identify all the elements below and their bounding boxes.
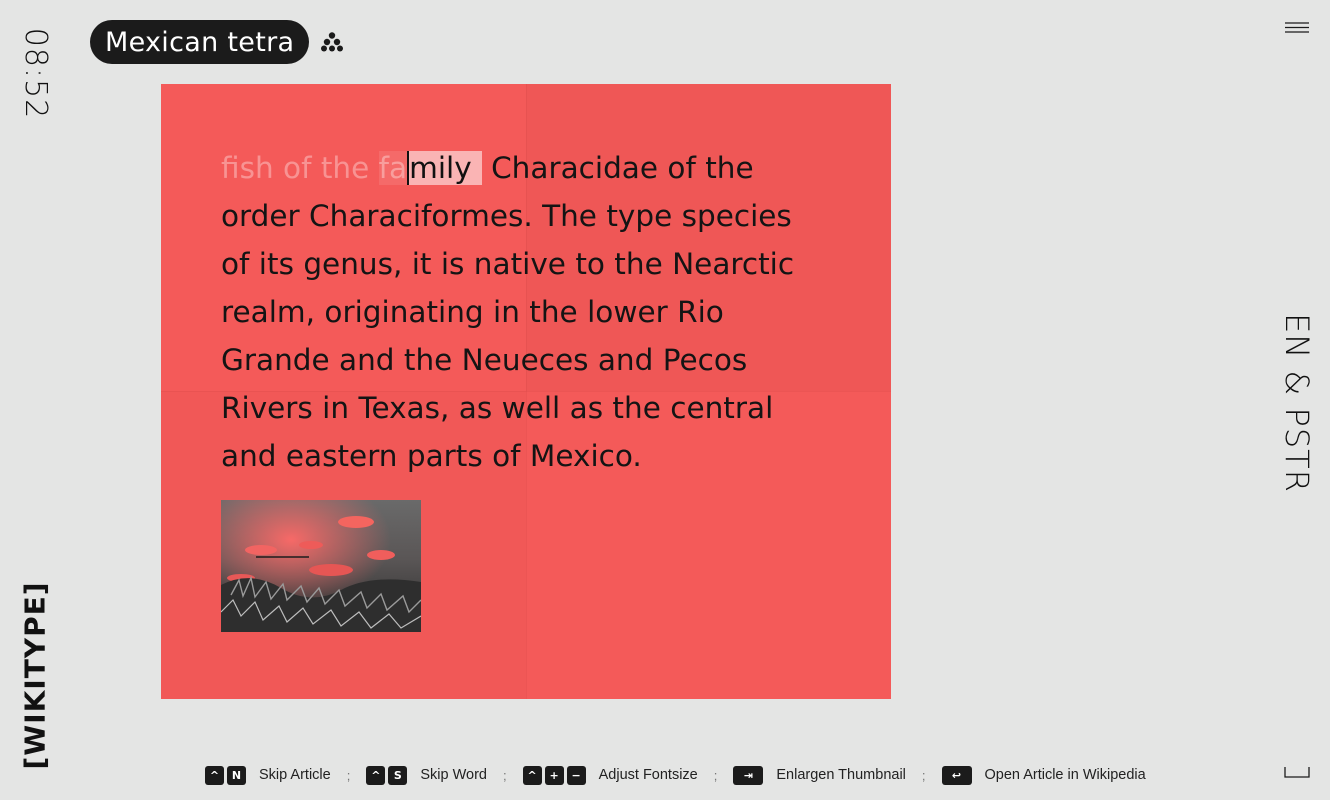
wikitype-logo: [WIKITYPE] [10,570,60,780]
separator: ; [713,767,718,783]
shortcut-open-wikipedia[interactable]: ↩ Open Article in Wikipedia [941,765,1146,785]
current-word: mily [407,151,482,185]
shortcut-skip-article[interactable]: ^ N Skip Article [205,765,331,785]
text-line-current: fish of the family Characidae of the [221,144,831,192]
text-line: and eastern parts of Mexico. [221,439,642,473]
logo-text: [WIKITYPE] [18,580,52,770]
menu-icon[interactable] [1285,20,1309,36]
clock: 08:52 [14,18,58,128]
shortcut-bar: ^ N Skip Article ; ^ S Skip Word ; ^ + −… [205,765,1146,785]
text-line: Grande and the Neueces and Pecos [221,343,748,377]
key-minus: − [566,765,586,785]
key-ctrl: ^ [522,765,542,785]
article-title: Mexican tetra [90,20,310,64]
shortcut-label: Open Article in Wikipedia [984,767,1146,783]
text-line: realm, originating in the lower Rio [221,295,724,329]
key-ctrl: ^ [205,765,224,785]
shortcut-label: Skip Word [420,767,487,783]
key-enter: ↩ [941,765,972,785]
fullscreen-icon[interactable] [1284,766,1310,780]
shortcut-label: Skip Article [259,767,331,783]
language-label: EN & PSTR [1278,312,1316,493]
language-pair[interactable]: EN & PSTR [1272,305,1322,500]
text-line: Rivers in Texas, as well as the central [221,391,774,425]
key-plus: + [544,765,564,785]
shortcut-adjust-fontsize[interactable]: ^ + − Adjust Fontsize [522,765,698,785]
key-s: S [388,765,408,785]
typed-text: fish of the [221,151,379,185]
key-tab: ⇥ [733,765,764,785]
text-line: of its genus, it is native to the Nearct… [221,247,795,281]
random-icon[interactable] [320,30,344,54]
key-ctrl: ^ [366,765,386,785]
key-n: N [227,765,246,785]
shortcut-label: Adjust Fontsize [598,767,698,783]
separator: ; [346,767,351,783]
article-text[interactable]: fish of the family Characidae of the ord… [221,144,831,480]
shortcut-enlargen-thumbnail[interactable]: ⇥ Enlargen Thumbnail [733,765,906,785]
clock-time: 08:52 [18,27,54,119]
separator: ; [502,767,507,783]
untyped-text: Characidae of the [481,151,754,185]
separator: ; [921,767,926,783]
typed-word-part: fa [378,151,408,185]
text-line: order Characiformes. The type species [221,199,792,233]
shortcut-label: Enlargen Thumbnail [776,767,906,783]
shortcut-skip-word[interactable]: ^ S Skip Word [366,765,487,785]
article-card: fish of the family Characidae of the ord… [161,84,891,699]
article-thumbnail[interactable] [221,500,421,632]
